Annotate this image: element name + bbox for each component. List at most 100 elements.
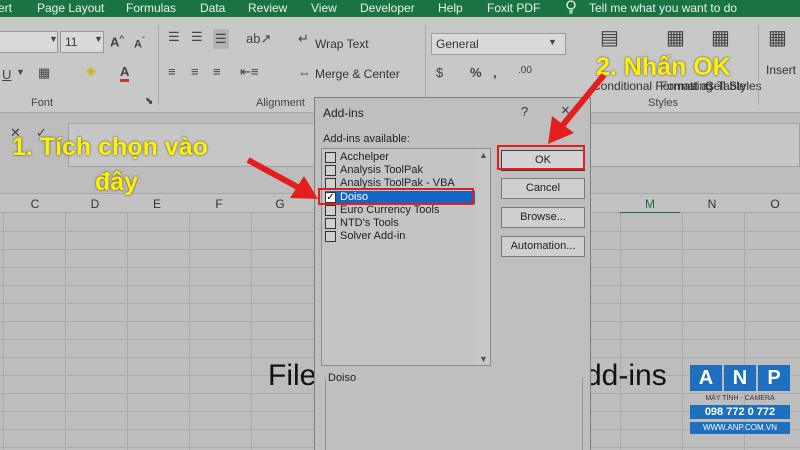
conditional-formatting-icon[interactable]: ▤: [600, 25, 619, 50]
column-header[interactable]: N: [682, 197, 742, 211]
column-header[interactable]: G: [250, 197, 310, 211]
tab-help[interactable]: Help: [438, 1, 463, 15]
logo-url: WWW.ANP.COM.VN: [690, 422, 790, 434]
step1-annotation-line2: đây: [95, 168, 139, 196]
align-bottom-icon[interactable]: ☰: [213, 29, 229, 49]
orientation-icon[interactable]: ab↗: [246, 31, 271, 47]
column-header-selected[interactable]: M: [620, 197, 680, 214]
underline-icon[interactable]: U: [2, 67, 11, 82]
highlight-ok: [497, 145, 585, 170]
checkbox[interactable]: [325, 231, 336, 242]
logo-phone: 098 772 0 772: [690, 405, 790, 419]
automation-button[interactable]: Automation...: [501, 236, 585, 257]
list-scrollbar[interactable]: ▲ ▼: [477, 149, 490, 365]
logo-letter: A: [690, 365, 722, 391]
align-left-icon[interactable]: ≡: [168, 64, 176, 79]
checkbox[interactable]: [325, 152, 336, 163]
list-item-label: Acchelper: [340, 151, 389, 163]
align-top-icon[interactable]: ☰: [168, 29, 180, 45]
checkbox[interactable]: [325, 205, 336, 216]
description-label: Doiso: [328, 372, 357, 384]
insert-button[interactable]: Insert: [766, 63, 796, 77]
align-center-icon[interactable]: ≡: [191, 64, 199, 79]
step2-annotation: 2. Nhấn OK: [596, 53, 731, 81]
list-item-label: NTD's Tools: [340, 217, 399, 229]
add-ins-available-label: Add-ins available:: [323, 133, 410, 145]
cancel-button[interactable]: Cancel: [501, 178, 585, 199]
chevron-down-icon[interactable]: ▼: [16, 67, 25, 77]
increase-font-icon[interactable]: A^: [110, 34, 124, 49]
cell-styles-icon[interactable]: ▦: [711, 25, 730, 50]
number-format-value: General: [436, 37, 479, 51]
highlight-doiso: [318, 188, 474, 205]
increase-decimal-icon[interactable]: .00: [518, 65, 532, 76]
column-header[interactable]: F: [189, 197, 249, 211]
number-format-box[interactable]: General: [431, 33, 566, 55]
logo-subtitle: MÁY TÍNH - CAMERA: [705, 395, 775, 402]
tab-foxit-pdf[interactable]: Foxit PDF: [487, 1, 540, 15]
scroll-down-icon[interactable]: ▼: [479, 354, 488, 364]
sheet-text-right: dd-ins: [585, 359, 667, 392]
merge-icon[interactable]: ⇔: [298, 65, 311, 80]
tab-developer[interactable]: Developer: [360, 1, 415, 15]
wrap-text-button[interactable]: Wrap Text: [315, 37, 369, 51]
list-item[interactable]: Solver Add-in: [325, 230, 475, 243]
indent-icon[interactable]: ⇤≡: [240, 64, 258, 80]
sheet-text-left: File: [268, 359, 317, 392]
chevron-down-icon[interactable]: ▼: [548, 37, 557, 47]
list-item-label: Analysis ToolPak: [340, 164, 423, 176]
align-middle-icon[interactable]: ☰: [191, 29, 203, 45]
font-color-icon[interactable]: A: [120, 64, 130, 82]
column-header[interactable]: E: [127, 197, 187, 211]
column-header[interactable]: D: [65, 197, 125, 211]
ribbon-separator: [425, 25, 426, 105]
list-item[interactable]: Analysis ToolPak: [325, 164, 475, 177]
chevron-down-icon[interactable]: ▼: [49, 34, 58, 44]
tab-data[interactable]: Data: [200, 1, 225, 15]
ribbon-tab-bar: ert Page Layout Formulas Data Review Vie…: [0, 0, 800, 17]
group-alignment-label: Alignment: [256, 97, 305, 109]
align-right-icon[interactable]: ≡: [213, 64, 221, 79]
comma-icon[interactable]: ,: [493, 65, 497, 80]
close-icon[interactable]: ×: [561, 102, 570, 119]
scroll-up-icon[interactable]: ▲: [479, 150, 488, 160]
font-size-value: 11: [65, 35, 78, 49]
wrap-text-icon[interactable]: ↵: [298, 31, 309, 47]
tab-review[interactable]: Review: [248, 1, 287, 15]
list-item-label: Euro Currency Tools: [340, 204, 440, 216]
tab-insert[interactable]: ert: [0, 1, 12, 15]
accounting-icon[interactable]: $: [436, 65, 443, 80]
description-box: [325, 378, 583, 450]
insert-cells-icon[interactable]: ▦: [768, 25, 787, 50]
list-item[interactable]: NTD's Tools: [325, 217, 475, 230]
fill-color-icon[interactable]: ◈: [86, 63, 96, 79]
group-font-label: Font: [31, 97, 54, 109]
ribbon-separator: [758, 25, 759, 105]
tab-view[interactable]: View: [311, 1, 337, 15]
checkbox[interactable]: [325, 218, 336, 229]
help-icon[interactable]: ?: [521, 104, 528, 119]
merge-center-button[interactable]: Merge & Center: [315, 67, 400, 81]
group-styles-label: Styles: [648, 97, 678, 109]
borders-icon[interactable]: ▦: [38, 65, 50, 81]
percent-icon[interactable]: %: [470, 65, 482, 80]
tab-formulas[interactable]: Formulas: [126, 1, 176, 15]
list-item-label: Solver Add-in: [340, 230, 406, 242]
dialog-launcher-icon[interactable]: ⬊: [145, 96, 153, 107]
logo-letter: N: [724, 365, 756, 391]
logo-letter: P: [758, 365, 790, 391]
checkbox[interactable]: [325, 165, 336, 176]
step1-annotation: 1. Tích chọn vào: [12, 133, 208, 161]
add-ins-list: Acchelper Analysis ToolPak Analysis Tool…: [321, 148, 491, 366]
browse-button[interactable]: Browse...: [501, 207, 585, 228]
decrease-font-icon[interactable]: Aˇ: [134, 36, 145, 51]
chevron-down-icon[interactable]: ▼: [94, 34, 103, 44]
lightbulb-icon: [566, 0, 576, 14]
format-table-icon[interactable]: ▦: [666, 25, 685, 50]
list-item[interactable]: Euro Currency Tools: [325, 204, 475, 217]
list-item[interactable]: Acchelper: [325, 151, 475, 164]
tab-page-layout[interactable]: Page Layout: [37, 1, 104, 15]
column-header[interactable]: O: [745, 197, 800, 211]
column-header[interactable]: C: [5, 197, 65, 211]
tell-me-search[interactable]: Tell me what you want to do: [589, 1, 737, 15]
